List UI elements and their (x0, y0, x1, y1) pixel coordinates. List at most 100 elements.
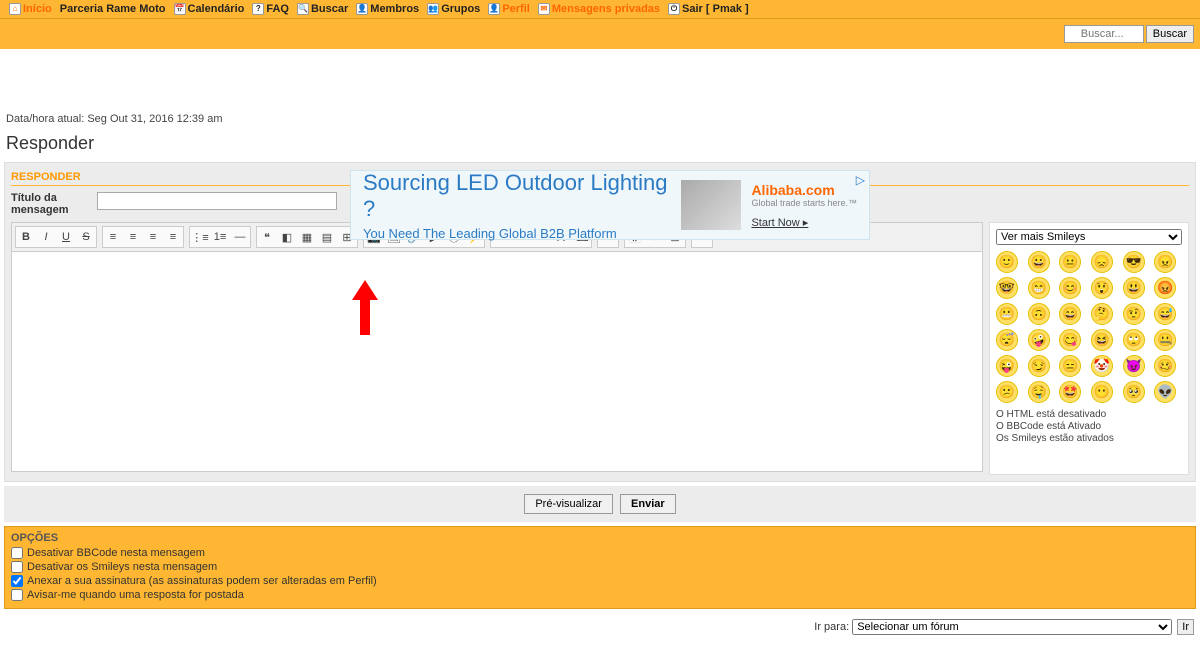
opt-disable-bbcode[interactable] (11, 547, 23, 559)
smiley-face[interactable]: 😅 (1154, 303, 1176, 325)
ad-headline: Sourcing LED Outdoor Lighting ? (363, 170, 671, 222)
smiley-more-select[interactable]: Ver mais Smileys (996, 229, 1182, 245)
smiley-face[interactable]: 🤔 (1091, 303, 1113, 325)
bold-button[interactable]: B (16, 227, 36, 247)
smiley-face[interactable]: 😜 (996, 355, 1018, 377)
smiley-face[interactable]: 🤩 (1059, 381, 1081, 403)
nav-links: ⌂Início Parceria Rame Moto 📅Calendário ?… (6, 3, 752, 15)
smiley-face[interactable]: 😀 (1028, 251, 1050, 273)
smiley-face[interactable]: 😞 (1091, 251, 1113, 273)
hr-button[interactable]: — (230, 227, 250, 247)
status-bbcode: O BBCode está Ativado (996, 421, 1182, 432)
strike-button[interactable]: S (76, 227, 96, 247)
ad-product-image (681, 180, 741, 230)
ad-cta[interactable]: Start Now ▸ (751, 216, 857, 229)
profile-icon: 👤 (488, 3, 500, 15)
smiley-face[interactable]: 😴 (996, 329, 1018, 351)
smiley-face[interactable]: 🤐 (1154, 329, 1176, 351)
smiley-face[interactable]: 🥺 (1123, 381, 1145, 403)
jump-select[interactable]: Selecionar um fórum (852, 619, 1172, 635)
search-icon: 🔍 (297, 3, 309, 15)
search-button[interactable]: Buscar (1146, 25, 1194, 43)
hidden-button[interactable]: ▤ (317, 227, 337, 247)
jump-label: Ir para: (814, 621, 849, 633)
options-header: OPÇÕES (11, 530, 1189, 546)
message-body-textarea[interactable] (11, 252, 983, 472)
smiley-face[interactable]: 😠 (1154, 251, 1176, 273)
ordered-list-button[interactable]: 1≡ (210, 227, 230, 247)
italic-button[interactable]: I (36, 227, 56, 247)
smiley-face[interactable]: 😋 (1059, 329, 1081, 351)
question-icon: ? (252, 3, 264, 15)
smiley-face[interactable]: 🙂 (996, 251, 1018, 273)
smiley-face[interactable]: 🤨 (1123, 303, 1145, 325)
smiley-face[interactable]: 🤡 (1091, 355, 1113, 377)
nav-grupos[interactable]: 👥Grupos (424, 3, 483, 15)
smiley-face[interactable]: 😲 (1091, 277, 1113, 299)
nav-membros[interactable]: 👤Membros (353, 3, 422, 15)
smiley-face[interactable]: 🤤 (1028, 381, 1050, 403)
smiley-face[interactable]: 😆 (1091, 329, 1113, 351)
action-buttons: Pré-visualizar Enviar (4, 486, 1196, 522)
smiley-face[interactable]: 😑 (1059, 355, 1081, 377)
nav-calendario[interactable]: 📅Calendário (171, 3, 248, 15)
align-justify-button[interactable]: ≡ (163, 227, 183, 247)
jump-to-forum: Ir para: Selecionar um fórum Ir (0, 613, 1200, 641)
logout-icon: ⏻ (668, 3, 680, 15)
nav-sair[interactable]: ⏻Sair [ Pmak ] (665, 3, 752, 15)
calendar-icon: 📅 (174, 3, 186, 15)
align-left-button[interactable]: ≡ (103, 227, 123, 247)
opt-disable-smileys[interactable] (11, 561, 23, 573)
send-button[interactable]: Enviar (620, 494, 676, 514)
smiley-face[interactable]: 😬 (996, 303, 1018, 325)
smiley-face[interactable]: 🤪 (1028, 329, 1050, 351)
nav-perfil[interactable]: 👤Perfil (485, 3, 533, 15)
ad-banner[interactable]: ▷ Sourcing LED Outdoor Lighting ? You Ne… (350, 170, 870, 240)
nav-mensagens[interactable]: ✉Mensagens privadas (535, 3, 663, 15)
smiley-face[interactable]: 😕 (996, 381, 1018, 403)
align-center-button[interactable]: ≡ (123, 227, 143, 247)
nav-parceria[interactable]: Parceria Rame Moto (57, 3, 169, 15)
nav-inicio[interactable]: ⌂Início (6, 3, 55, 15)
smiley-face[interactable]: 😏 (1028, 355, 1050, 377)
opt-attach-signature[interactable] (11, 575, 23, 587)
smiley-face[interactable]: 😊 (1059, 277, 1081, 299)
title-label: Título da mensagem (11, 192, 91, 216)
annotation-arrow-icon (350, 280, 380, 340)
smiley-face[interactable]: 😃 (1123, 277, 1145, 299)
opt-label: Desativar BBCode nesta mensagem (27, 547, 205, 559)
smiley-face[interactable]: 🤓 (996, 277, 1018, 299)
opt-notify-reply[interactable] (11, 589, 23, 601)
smiley-face[interactable]: 🙄 (1123, 329, 1145, 351)
ad-subline: You Need The Leading Global B2B Platform (363, 226, 671, 241)
preview-button[interactable]: Pré-visualizar (524, 494, 613, 514)
smiley-face[interactable]: 😁 (1028, 277, 1050, 299)
opt-label: Anexar a sua assinatura (as assinaturas … (27, 575, 377, 587)
align-right-button[interactable]: ≡ (143, 227, 163, 247)
smiley-face[interactable]: 👽 (1154, 381, 1176, 403)
quote-button[interactable]: ❝ (257, 227, 277, 247)
smiley-face[interactable]: 😈 (1123, 355, 1145, 377)
unordered-list-button[interactable]: ⋮≡ (190, 227, 210, 247)
jump-go-button[interactable]: Ir (1177, 619, 1194, 635)
smiley-panel: Ver mais Smileys 🙂 😀 😐 😞 😎 😠 🤓 😁 😊 😲 😃 😡 😬 🙃 😄 🤔 🤨 😅 😴 🤪 😋 😆 🙄… (989, 222, 1189, 475)
smiley-face[interactable]: 🙃 (1028, 303, 1050, 325)
group-icon: 👥 (427, 3, 439, 15)
nav-buscar[interactable]: 🔍Buscar (294, 3, 351, 15)
nav-faq[interactable]: ?FAQ (249, 3, 292, 15)
smiley-face[interactable]: 😐 (1059, 251, 1081, 273)
smiley-face[interactable]: 😡 (1154, 277, 1176, 299)
message-title-input[interactable] (97, 192, 337, 210)
spoiler-button[interactable]: ▦ (297, 227, 317, 247)
smiley-face[interactable]: 😎 (1123, 251, 1145, 273)
smiley-face[interactable]: 🥴 (1154, 355, 1176, 377)
page-title: Responder (0, 129, 1200, 162)
smiley-face[interactable]: 😄 (1059, 303, 1081, 325)
code-button[interactable]: ◧ (277, 227, 297, 247)
underline-button[interactable]: U (56, 227, 76, 247)
adchoices-icon[interactable]: ▷ (856, 173, 865, 187)
status-html: O HTML está desativado (996, 409, 1182, 420)
smiley-grid: 🙂 😀 😐 😞 😎 😠 🤓 😁 😊 😲 😃 😡 😬 🙃 😄 🤔 🤨 😅 😴 🤪 😋 😆 🙄 🤐 😜 😏 😑 🤡 😈 🥴 😕 🤤 🤩 😶 🥺 👽 (996, 251, 1182, 403)
smiley-face[interactable]: 😶 (1091, 381, 1113, 403)
search-input[interactable] (1064, 25, 1144, 43)
